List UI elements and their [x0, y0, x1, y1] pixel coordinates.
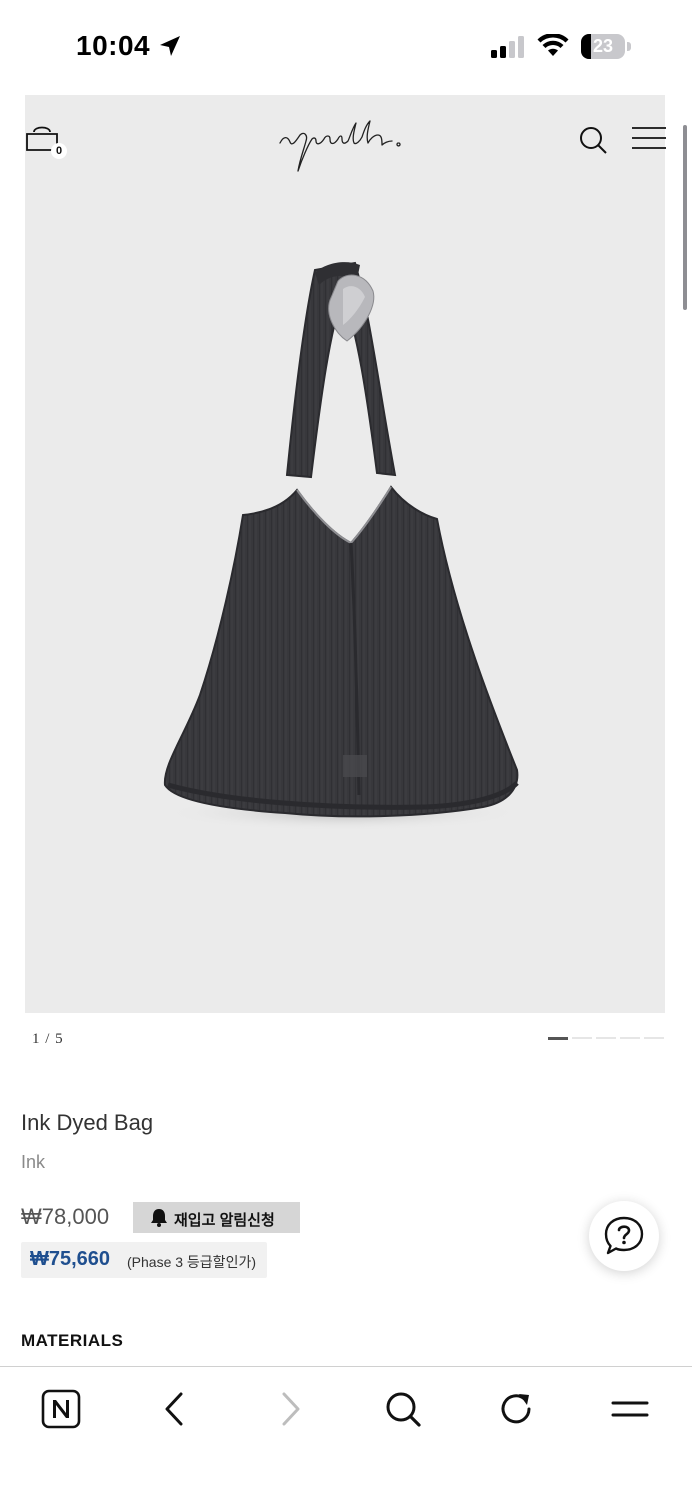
product-image-bag	[163, 261, 523, 831]
help-chat-button[interactable]	[589, 1201, 659, 1271]
search-icon[interactable]	[578, 125, 608, 155]
page-scrollbar[interactable]	[683, 125, 687, 310]
youth-logo[interactable]	[278, 119, 413, 179]
product-price: ₩78,000	[21, 1204, 110, 1229]
product-image-gallery[interactable]: 0	[25, 95, 666, 1013]
gallery-counter: 1 / 5	[32, 1031, 64, 1047]
restock-notify-label: 재입고 알림신청	[174, 1212, 275, 1229]
reload-icon[interactable]	[496, 1389, 536, 1429]
gallery-dot[interactable]	[644, 1037, 664, 1039]
menu-icon[interactable]	[611, 1389, 651, 1429]
battery-indicator: 23	[581, 34, 631, 59]
restock-notify-button[interactable]: 재입고 알림신청	[133, 1202, 300, 1233]
battery-body: 23	[581, 34, 625, 59]
battery-tip	[627, 42, 631, 51]
browser-toolbar	[0, 1366, 692, 1501]
location-arrow-icon	[160, 36, 180, 56]
forward-icon[interactable]	[270, 1389, 310, 1429]
materials-section-title[interactable]: MATERIALS	[21, 1331, 123, 1351]
search-icon[interactable]	[383, 1389, 423, 1429]
wifi-icon	[537, 34, 569, 56]
gallery-dot[interactable]	[572, 1037, 592, 1039]
question-bubble-icon	[604, 1216, 644, 1255]
hamburger-menu-icon[interactable]	[632, 127, 666, 149]
member-price: ₩75,660	[30, 1248, 111, 1270]
back-icon[interactable]	[155, 1389, 195, 1429]
battery-level-text: 23	[592, 36, 614, 56]
product-name: Ink Dyed Bag	[21, 1110, 154, 1135]
gallery-dot[interactable]	[548, 1037, 568, 1040]
gallery-dot[interactable]	[620, 1037, 640, 1039]
member-price-box: ₩75,660 (Phase 3 등급할인가)	[21, 1242, 267, 1278]
gallery-dot[interactable]	[596, 1037, 616, 1039]
status-bar: 10:04 23	[0, 0, 692, 92]
bell-icon	[151, 1209, 167, 1227]
status-time: 10:04	[76, 30, 151, 61]
naver-home-icon[interactable]	[41, 1389, 81, 1429]
member-discount-note: (Phase 3 등급할인가)	[127, 1254, 256, 1270]
cart-count-badge: 0	[51, 143, 67, 159]
cellular-signal-icon	[491, 36, 524, 58]
product-color: Ink	[21, 1152, 46, 1172]
